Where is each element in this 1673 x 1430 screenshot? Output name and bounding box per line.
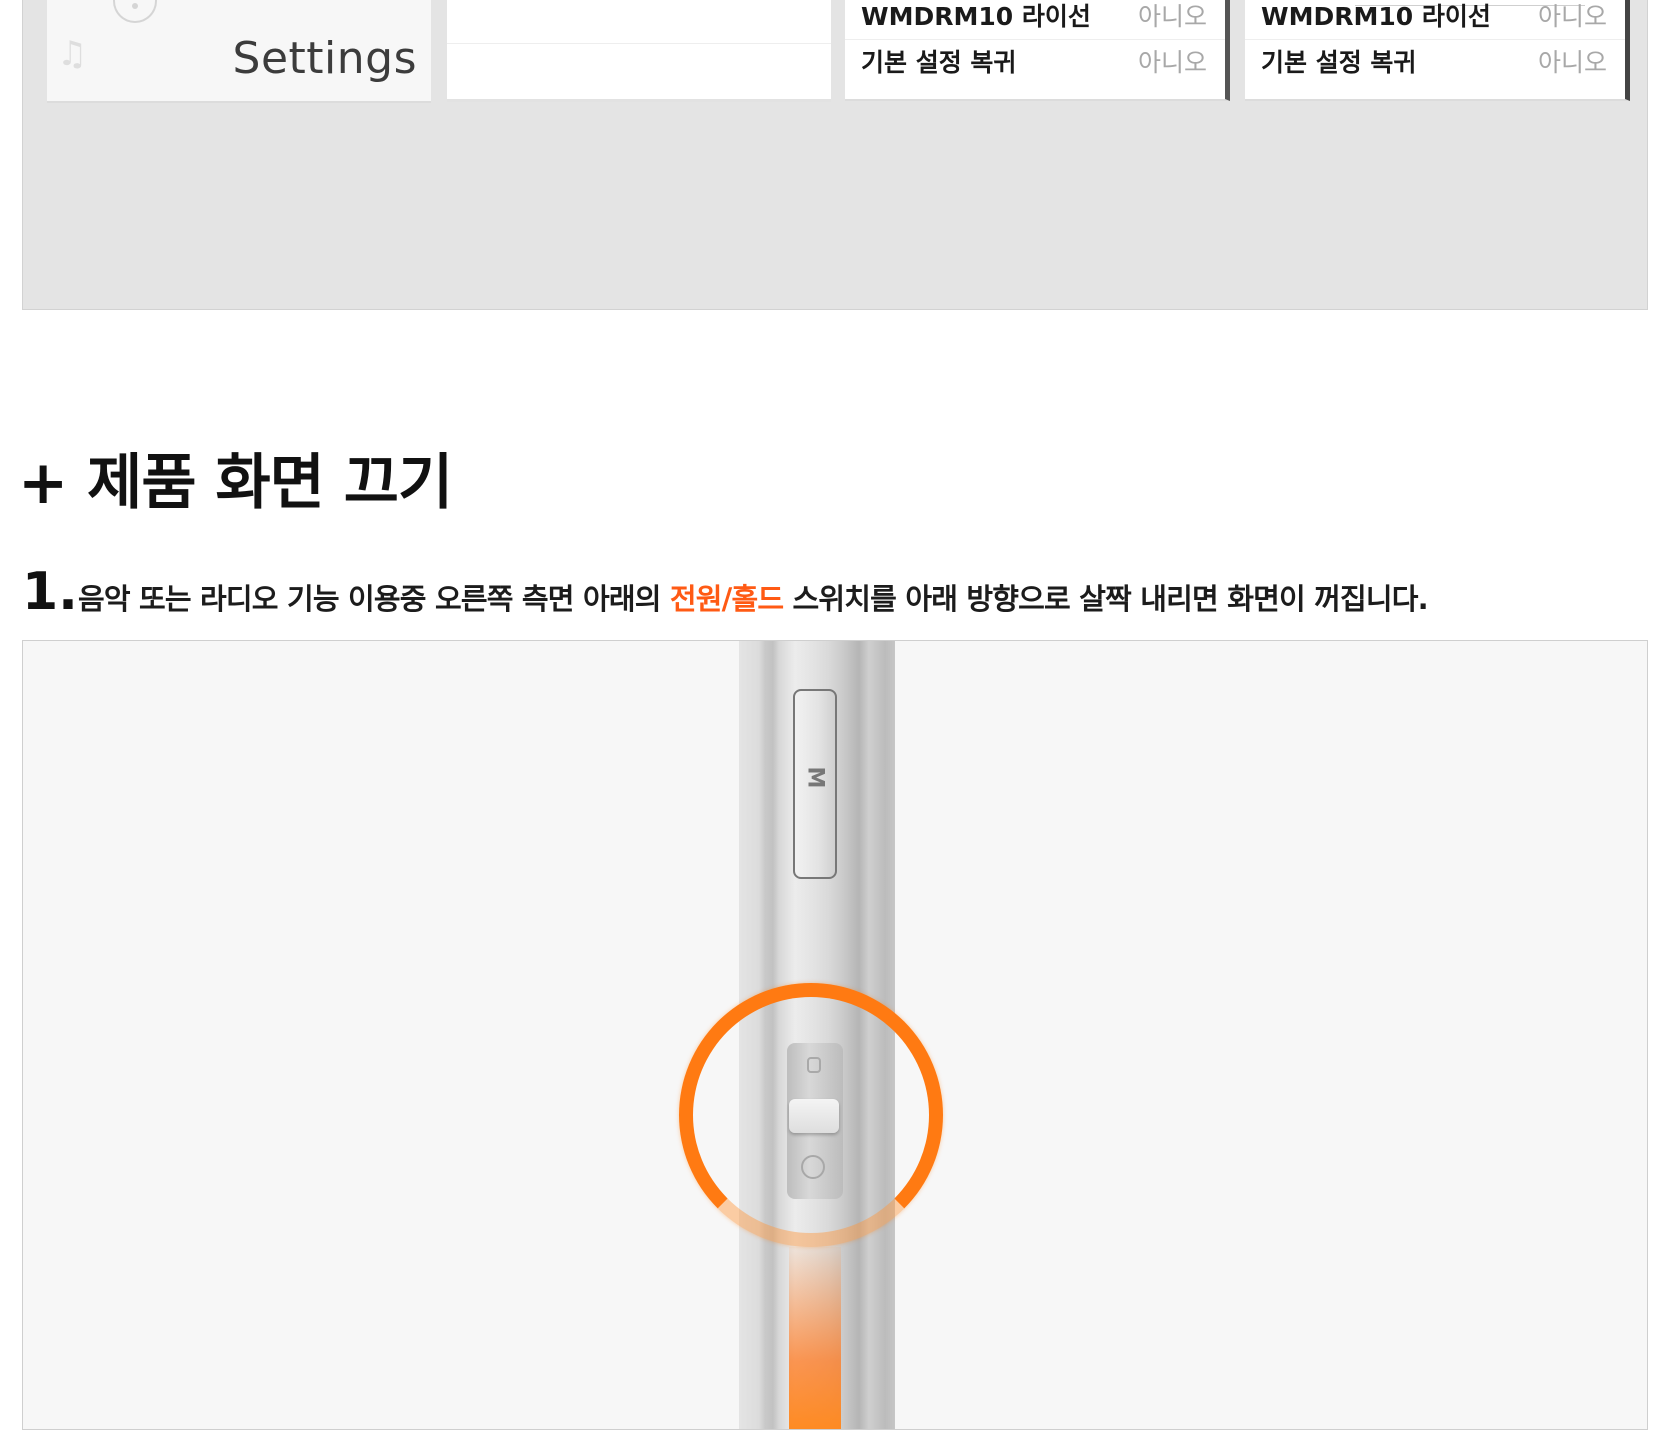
down-arrow-indicator xyxy=(789,1247,841,1429)
list-item-label: 기본 설정 복귀 xyxy=(861,48,1017,77)
step-number: 1. xyxy=(22,562,78,622)
list-item: 기본 설정 복귀 아니오 xyxy=(1261,43,1607,83)
list-item: 기본 설정 복귀 아니오 xyxy=(861,43,1207,83)
settings-menu-label: Settings xyxy=(232,33,417,84)
list-item-label: WMDRM10 라이선 xyxy=(1261,2,1491,31)
settings-menu-card: ♫ Settings xyxy=(47,0,431,103)
step-highlight: 전원/홀드 xyxy=(669,582,784,616)
step-text-after: 스위치를 아래 방향으로 살짝 내리면 화면이 꺼집니다. xyxy=(783,582,1429,616)
highlight-ring xyxy=(679,983,943,1247)
list-item-value: 아니오 xyxy=(1137,2,1207,31)
m-button-label: M xyxy=(802,766,828,789)
list-item: WMDRM10 라이선 아니오 xyxy=(861,0,1207,37)
blank-list-card xyxy=(447,0,831,102)
list-item-value: 아니오 xyxy=(1537,2,1607,31)
list-item-label: 기본 설정 복귀 xyxy=(1261,48,1417,77)
device-illustration: M xyxy=(22,640,1648,1430)
settings-list-left: WMDRM10 라이선 아니오 기본 설정 복귀 아니오 xyxy=(845,0,1230,101)
list-item: WMDRM10 라이선 아니오 xyxy=(1261,0,1607,37)
settings-list-right: WMDRM10 라이선 아니오 기본 설정 복귀 아니오 xyxy=(1245,0,1630,101)
list-item-value: 아니오 xyxy=(1137,48,1207,77)
list-item-label: WMDRM10 라이선 xyxy=(861,2,1091,31)
step-instruction: 1.음악 또는 라디오 기능 이용중 오른쪽 측면 아래의 전원/홀드 스위치를… xyxy=(22,562,1429,622)
settings-screenshot-panel: ♫ Settings WMDRM10 라이선 아니오 기본 설정 복귀 아니오 … xyxy=(22,0,1648,310)
disc-icon xyxy=(113,0,157,23)
list-item-value: 아니오 xyxy=(1537,48,1607,77)
m-button: M xyxy=(793,689,837,879)
step-text-before: 음악 또는 라디오 기능 이용중 오른쪽 측면 아래의 xyxy=(77,582,670,616)
music-note-icon: ♫ xyxy=(57,34,88,74)
section-title: + 제품 화면 끄기 xyxy=(18,448,453,518)
